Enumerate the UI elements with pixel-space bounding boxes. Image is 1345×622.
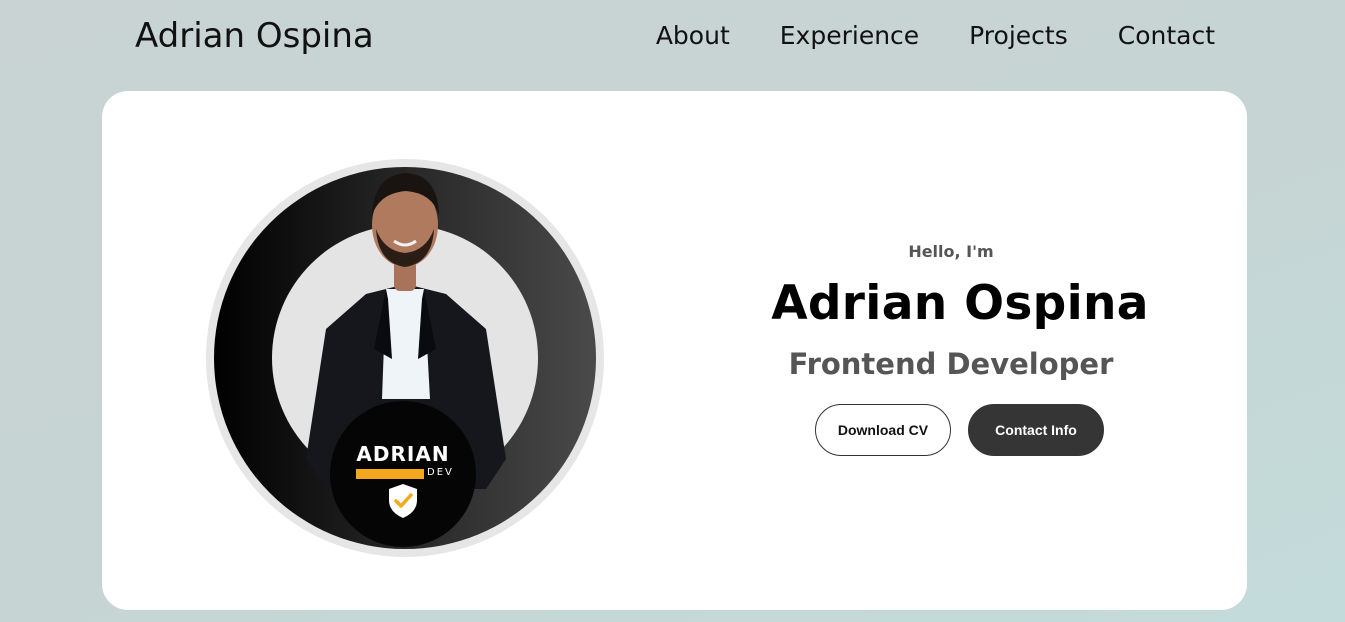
nav-contact[interactable]: Contact (1118, 19, 1215, 53)
greeting-text: Hello, I'm (908, 242, 994, 261)
profile-picture: ADRIAN DEV (206, 159, 604, 557)
site-logo[interactable]: Adrian Ospina (135, 15, 374, 57)
shield-check-icon (389, 484, 417, 518)
main-nav: About Experience Projects Contact (656, 19, 1215, 53)
badge-sub: DEV (427, 467, 454, 478)
nav-about[interactable]: About (656, 19, 730, 53)
contact-info-button[interactable]: Contact Info (968, 404, 1104, 456)
badge-name: ADRIAN (356, 442, 450, 466)
nav-projects[interactable]: Projects (969, 19, 1068, 53)
brand-badge: ADRIAN DEV (330, 401, 476, 547)
nav-experience[interactable]: Experience (780, 19, 919, 53)
download-cv-button[interactable]: Download CV (815, 404, 951, 456)
hero-role: Frontend Developer (788, 347, 1114, 381)
hero-name: Adrian Ospina (771, 276, 1149, 331)
badge-accent-bar (356, 469, 424, 479)
